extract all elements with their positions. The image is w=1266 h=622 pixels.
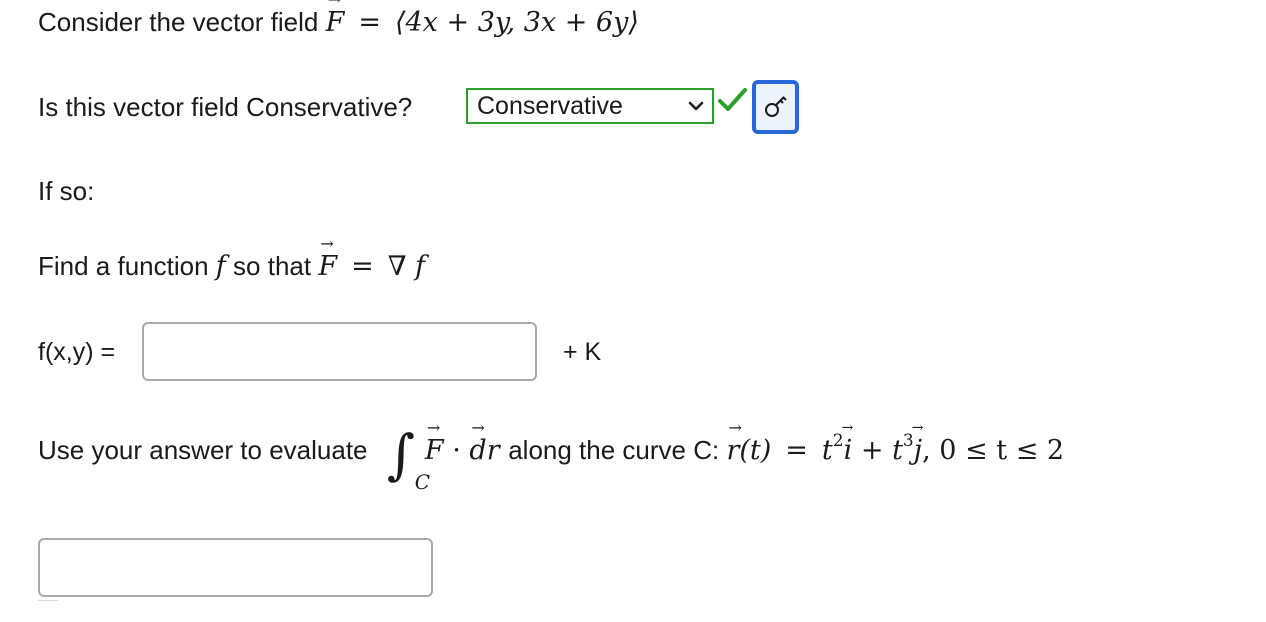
equals-sign-3: = xyxy=(785,435,808,466)
find-prefix: Find a function xyxy=(38,251,209,281)
evaluate-statement: Use your answer to evaluate ∫CF · dr alo… xyxy=(38,420,1065,494)
integrand-dr: dr xyxy=(469,420,499,464)
t-squared-base: t xyxy=(821,435,833,466)
integral-symbol: ∫ C xyxy=(386,423,431,494)
f-symbol: f xyxy=(215,251,226,282)
select-value: Conservative xyxy=(477,92,623,120)
field-expression: ⟨4x + 3y, 3x + 6y⟩ xyxy=(394,7,639,38)
fxy-label: f(x,y) = xyxy=(38,338,116,366)
r-symbol: r xyxy=(726,420,741,464)
divider xyxy=(38,600,58,601)
intro-text: Consider the vector field xyxy=(38,7,319,37)
key-icon xyxy=(765,96,787,117)
evaluate-prefix: Use your answer to evaluate xyxy=(38,435,368,465)
chevron-down-icon xyxy=(688,101,704,111)
dot-operator: · xyxy=(452,435,461,466)
if-so-label: If so: xyxy=(38,176,95,206)
j-unit-vector: j xyxy=(912,421,924,464)
integral-answer-input[interactable] xyxy=(38,538,433,597)
equals-sign-2: = xyxy=(351,251,374,282)
along-text: along the curve C: xyxy=(508,435,720,465)
f-symbol-2: f xyxy=(415,251,426,282)
gradient-symbol: ∇ xyxy=(387,251,407,282)
find-middle: so that xyxy=(233,251,312,281)
fxy-input[interactable] xyxy=(142,322,537,381)
find-function-statement: Find a function f so that F = ∇ f xyxy=(38,236,426,282)
integral-subscript: C xyxy=(414,470,431,494)
conservative-prompt: Is this vector field Conservative? xyxy=(38,92,413,122)
i-unit-vector: i xyxy=(842,421,853,464)
integrand-f: F xyxy=(425,420,444,464)
field-symbol: F xyxy=(326,0,345,36)
conservative-select[interactable]: Conservative xyxy=(466,88,714,124)
t-cubed-base: t xyxy=(892,435,903,466)
equals-sign: = xyxy=(358,7,381,38)
key-button[interactable] xyxy=(752,80,799,134)
plus-k-label: + K xyxy=(563,338,602,366)
t-range: , 0 ≤ t ≤ 2 xyxy=(922,435,1065,466)
check-icon xyxy=(718,88,747,111)
vector-field-statement: Consider the vector field F = ⟨4x + 3y, 3x… xyxy=(38,0,639,38)
t-arg: (t) xyxy=(739,435,772,466)
plus-sign: + xyxy=(860,435,884,466)
field-symbol-2: F xyxy=(318,236,337,280)
